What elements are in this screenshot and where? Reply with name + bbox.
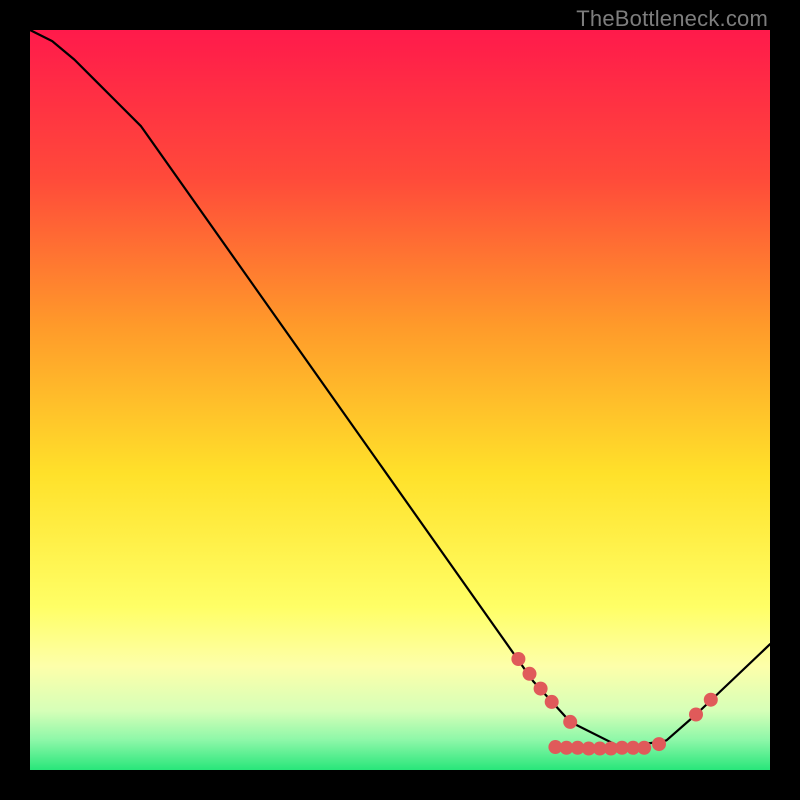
data-marker [637, 741, 651, 755]
data-marker [511, 652, 525, 666]
data-marker [652, 737, 666, 751]
data-marker [563, 715, 577, 729]
data-marker [545, 695, 559, 709]
bottleneck-chart [30, 30, 770, 770]
data-marker [704, 693, 718, 707]
data-marker [534, 682, 548, 696]
chart-background [30, 30, 770, 770]
watermark-text: TheBottleneck.com [576, 6, 768, 32]
data-marker [523, 667, 537, 681]
chart-frame [30, 30, 770, 770]
data-marker [689, 708, 703, 722]
